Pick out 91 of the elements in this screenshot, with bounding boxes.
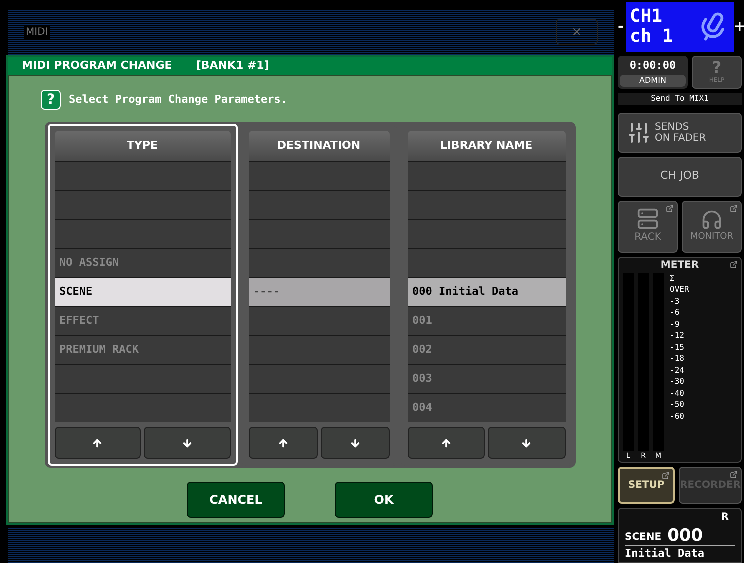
meter-scale-label: -6 [670, 307, 681, 318]
arrow-up-icon [440, 438, 452, 448]
scroll-up-button[interactable] [54, 427, 141, 459]
scroll-down-button[interactable] [488, 427, 566, 459]
channel-display[interactable]: CH1 ch 1 [626, 2, 734, 52]
list-row[interactable]: 003 [408, 364, 566, 393]
scroll-up-button[interactable] [408, 427, 485, 459]
send-to-label: Send To MIX1 [618, 92, 742, 104]
column-header: DESTINATION [248, 131, 390, 161]
list-row[interactable] [248, 161, 390, 190]
list-row[interactable] [54, 190, 230, 219]
ch-job-button[interactable]: CH JOB [618, 156, 742, 196]
list-row[interactable] [408, 248, 566, 277]
setup-button[interactable]: SETUP [618, 466, 676, 504]
faders-icon [627, 120, 651, 144]
list-row[interactable] [408, 190, 566, 219]
scene-status-text: R [721, 510, 729, 524]
arrow-down-icon [350, 438, 360, 448]
list-row[interactable] [248, 364, 390, 393]
list-row[interactable] [248, 190, 390, 219]
list-row[interactable]: 002 [408, 335, 566, 364]
meter-scale-label: -12 [670, 330, 686, 342]
popup-icon [730, 204, 738, 212]
popup-icon [730, 470, 738, 478]
arrow-up-icon [92, 438, 104, 448]
list-row[interactable] [248, 306, 390, 335]
arrow-down-icon [182, 438, 193, 448]
headphones-icon [701, 208, 723, 231]
close-icon [571, 26, 583, 38]
scroll-up-button[interactable] [248, 427, 318, 459]
meter-scale-label: -3 [670, 296, 681, 307]
meter-scale-label: -40 [670, 388, 686, 399]
list-row[interactable]: 001 [408, 306, 566, 335]
list-row[interactable]: 000 Initial Data [408, 277, 566, 306]
list-row[interactable] [54, 161, 230, 190]
rack-button[interactable]: RACK [618, 200, 678, 252]
list-row[interactable] [54, 393, 230, 422]
sum-label: Σ [670, 272, 676, 284]
scene-name: Initial Data [625, 546, 706, 562]
previous-channel-button[interactable]: - [618, 16, 626, 38]
sends-on-fader-button[interactable]: SENDS ON FADER [618, 112, 742, 152]
list-row[interactable] [54, 364, 230, 393]
meter-scale-label: -18 [670, 353, 686, 364]
scene-label: SCENE [625, 530, 662, 544]
scene-number: 000 [668, 526, 704, 544]
ok-button[interactable]: OK [335, 482, 433, 518]
list-row[interactable]: ---- [248, 277, 390, 306]
meter-scale-label: -24 [670, 364, 686, 376]
help-icon: ? [41, 90, 61, 110]
list-row[interactable] [54, 219, 230, 248]
meter-scale-label: -50 [670, 399, 686, 410]
list-row[interactable]: SCENE [54, 277, 230, 306]
list-row[interactable] [408, 219, 566, 248]
list-row[interactable] [408, 161, 566, 190]
meter-scale-label: -30 [670, 376, 686, 388]
next-channel-button[interactable]: + [734, 16, 742, 38]
list-row[interactable]: NO ASSIGN [54, 248, 230, 277]
bank-label: [BANK1 #1] [196, 58, 270, 74]
popup-icon [666, 204, 674, 212]
column-header: TYPE [54, 131, 230, 161]
popup-icon [662, 472, 670, 480]
arrow-up-icon [278, 438, 288, 448]
column-header: LIBRARY NAME [408, 131, 566, 161]
scroll-down-button[interactable] [320, 427, 390, 459]
meter-scale-label: -15 [670, 342, 686, 353]
channel-id: CH1 [630, 7, 664, 27]
meter-title: METER [660, 258, 700, 272]
list-row[interactable]: EFFECT [54, 306, 230, 335]
meter-scale-label: OVER [670, 284, 690, 296]
help-glyph: ? [712, 60, 722, 76]
window-title: MIDI [24, 24, 50, 40]
arrow-down-icon [521, 438, 532, 448]
monitor-button[interactable]: MONITOR [682, 200, 742, 252]
close-button[interactable] [556, 19, 598, 45]
popup-icon [730, 260, 738, 268]
list-row[interactable] [248, 335, 390, 364]
rack-icon [637, 208, 659, 230]
cancel-button[interactable]: CANCEL [187, 482, 285, 518]
list-row[interactable] [248, 393, 390, 422]
time-text: 0:00:00 [630, 58, 676, 74]
instruction-text: Select Program Change Parameters. [69, 92, 288, 108]
meter-scale-label: -9 [670, 318, 681, 330]
list-row[interactable]: PREMIUM RACK [54, 335, 230, 364]
dialog-title: MIDI PROGRAM CHANGE [22, 58, 172, 74]
list-row[interactable] [248, 219, 390, 248]
scroll-down-button[interactable] [144, 427, 230, 459]
list-row[interactable]: 004 [408, 393, 566, 422]
meter-scale-label: -60 [670, 410, 686, 422]
channel-name: ch 1 [630, 27, 674, 47]
list-row[interactable] [248, 248, 390, 277]
user-label: ADMIN [620, 74, 686, 86]
